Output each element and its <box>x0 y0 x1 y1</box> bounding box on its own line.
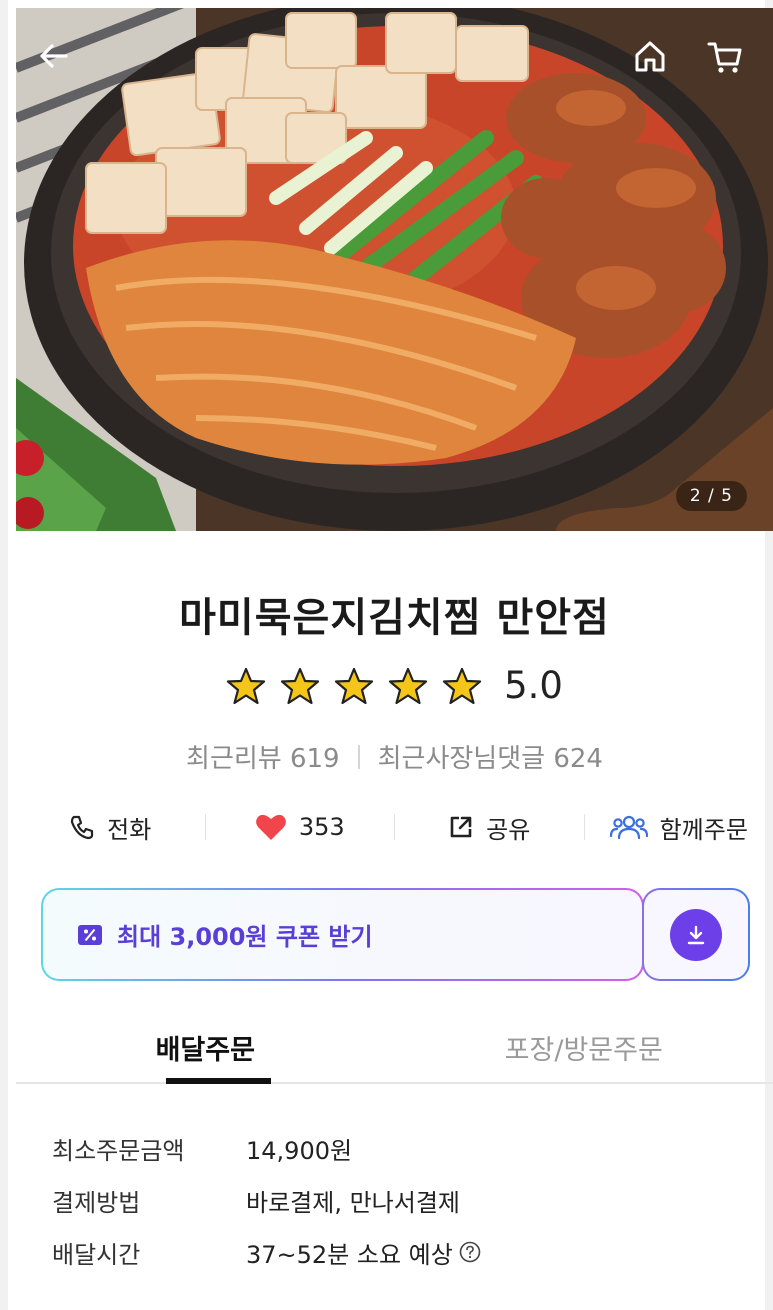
coupon-percent-icon <box>78 924 102 945</box>
action-row: 전화 353 공유 함께주문 <box>16 806 773 848</box>
group-order-label: 함께주문 <box>659 815 748 844</box>
heart-icon <box>255 814 286 840</box>
cart-button[interactable] <box>706 38 756 88</box>
info-row: 배달시간 37~52분 소요 예상 <box>52 1226 742 1278</box>
coupon-label: 최대 3,000원 쿠폰 받기 <box>117 923 373 951</box>
home-icon <box>635 41 665 72</box>
star-icon <box>280 667 320 704</box>
rating-row: 5.0 <box>8 664 773 707</box>
coupon-button[interactable]: 최대 3,000원 쿠폰 받기 <box>41 888 644 981</box>
info-row: 결제방법 바로결제, 만나서결제 <box>52 1174 742 1226</box>
call-label: 전화 <box>107 815 152 844</box>
divider <box>357 744 360 769</box>
star-icon <box>442 667 482 704</box>
share-button[interactable]: 공유 <box>395 810 584 845</box>
delivery-info: 최소주문금액 14,900원 결제방법 바로결제, 만나서결제 배달시간 37~… <box>52 1122 742 1278</box>
delivery-time-value: 37~52분 소요 예상 <box>246 1240 453 1269</box>
delivery-time-label: 배달시간 <box>52 1240 141 1269</box>
min-order-value: 14,900원 <box>246 1136 353 1165</box>
hero-image[interactable]: 2 / 5 <box>16 8 773 531</box>
tab-delivery[interactable]: 배달주문 <box>16 1020 395 1082</box>
star-icon <box>226 667 266 704</box>
app-screen: 2 / 5 마미묵은지김치찜 만안점 5.0 최근리뷰 619 최근사장님댓글 … <box>0 0 773 1310</box>
call-button[interactable]: 전화 <box>16 810 205 845</box>
review-counts: 최근리뷰 619 최근사장님댓글 624 <box>8 738 773 775</box>
payment-method-value: 바로결제, 만나서결제 <box>246 1188 460 1217</box>
group-order-button[interactable]: 함께주문 <box>585 810 773 845</box>
group-icon <box>609 815 648 840</box>
tab-pickup[interactable]: 포장/방문주문 <box>395 1020 773 1082</box>
phone-icon <box>71 815 94 840</box>
home-button[interactable] <box>632 38 682 88</box>
min-order-label: 최소주문금액 <box>52 1136 185 1165</box>
like-button[interactable]: 353 <box>206 813 395 841</box>
payment-method-label: 결제방법 <box>52 1188 141 1217</box>
order-type-tabs: 배달주문 포장/방문주문 <box>16 1020 773 1084</box>
help-icon[interactable] <box>459 1241 481 1263</box>
recent-reviews-link[interactable]: 최근리뷰 619 <box>186 738 340 775</box>
back-button[interactable] <box>36 38 86 88</box>
owner-replies-link[interactable]: 최근사장님댓글 624 <box>378 738 603 775</box>
cart-icon <box>707 42 742 73</box>
like-count: 353 <box>298 813 345 841</box>
arrow-left-icon <box>40 44 68 68</box>
share-label: 공유 <box>486 815 531 844</box>
delivery-time-value-wrap: 37~52분 소요 예상 <box>246 1235 481 1270</box>
info-row: 최소주문금액 14,900원 <box>52 1122 742 1174</box>
star-icon <box>334 667 374 704</box>
image-pager: 2 / 5 <box>675 481 747 511</box>
download-circle <box>670 908 722 961</box>
rating-score: 5.0 <box>504 664 563 707</box>
active-tab-indicator <box>166 1078 271 1084</box>
store-name: 마미묵은지김치찜 만안점 <box>179 595 610 641</box>
star-icon <box>388 667 428 704</box>
share-icon <box>450 816 472 838</box>
download-icon <box>687 925 705 944</box>
coupon-download-button[interactable] <box>642 888 750 981</box>
